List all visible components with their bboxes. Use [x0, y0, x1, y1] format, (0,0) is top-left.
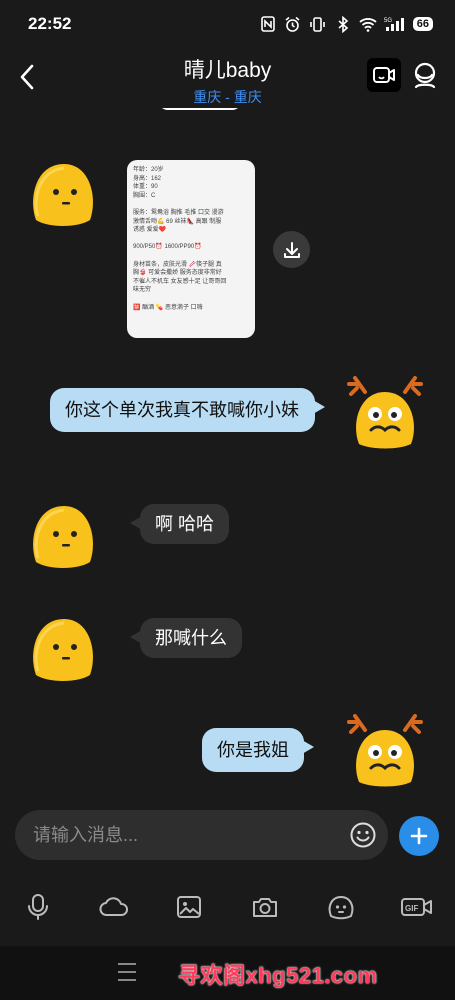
menu-icon[interactable] — [118, 963, 136, 981]
video-call-button[interactable] — [367, 58, 401, 92]
cloud-icon — [99, 897, 128, 916]
more-actions-button[interactable] — [399, 816, 439, 856]
input-toolbar: GIF — [0, 880, 455, 936]
image-text-line — [133, 200, 249, 209]
image-text-line: 激情舌吻💪 69 丝袜👠 高跟 制服 — [133, 218, 222, 225]
contact-avatar[interactable] — [28, 500, 98, 570]
image-text-line: 服务：鸳鸯浴 胸推 毛推 口交 漫游 — [133, 209, 224, 216]
gif-label: GIF — [405, 904, 418, 913]
message-bubble-outgoing[interactable]: 你这个单次我真不敢喊你小妹 — [50, 388, 325, 432]
gif-icon: GIF — [401, 898, 432, 916]
network-type: 5G — [384, 18, 392, 24]
chat-title: 晴儿baby — [183, 59, 272, 82]
nfc-icon — [259, 15, 277, 33]
back-arrow-icon — [20, 64, 34, 90]
cloud-button[interactable] — [98, 892, 130, 922]
gallery-button[interactable] — [174, 892, 204, 922]
profile-icon — [414, 62, 436, 89]
image-text-line — [133, 252, 249, 261]
vibrate-icon — [309, 15, 327, 33]
composer — [0, 808, 455, 866]
title-block: 晴儿baby 重庆 - 重庆 — [100, 54, 355, 107]
wifi-icon — [359, 15, 377, 33]
status-bar: 22:52 5G 66 — [0, 0, 455, 48]
sticker-icon — [328, 895, 354, 920]
message-bubble-incoming[interactable]: 啊 哈哈 — [129, 504, 230, 544]
watermark: 寻欢阁xhg521.com — [178, 963, 378, 988]
image-message[interactable]: 年龄：20岁 身高：162 体重：90 胸围：C 服务：鸳鸯浴 胸推 毛推 口交 漫游… — [127, 160, 255, 338]
emoji-button[interactable] — [348, 820, 378, 850]
profile-button[interactable] — [410, 60, 440, 90]
smiley-icon — [350, 822, 376, 848]
image-text-line: 不催人不机车 女友感十足 让哥哥回 — [133, 278, 227, 285]
user-avatar[interactable] — [345, 370, 425, 450]
microphone-icon — [28, 894, 48, 920]
sticker-button[interactable] — [326, 892, 356, 922]
gif-button[interactable]: GIF — [400, 892, 434, 922]
image-text-line: 900/P50⏰ 1600/PP90⏰ — [133, 244, 202, 251]
contact-avatar[interactable] — [28, 613, 98, 683]
alarm-icon — [284, 15, 302, 33]
download-icon — [283, 241, 300, 258]
user-avatar[interactable] — [345, 708, 425, 788]
image-text-line: 🈲 酗酒 💊 恶意滴子 口嗨 — [133, 304, 203, 311]
battery-indicator: 66 — [412, 17, 433, 31]
status-icons: 5G 66 — [259, 15, 433, 33]
image-text-line — [133, 295, 249, 304]
image-icon — [177, 896, 201, 918]
image-text-line — [133, 235, 249, 244]
download-button[interactable] — [273, 231, 310, 268]
system-navigation-bar: 寻欢阁xhg521.com — [0, 946, 455, 1000]
camera-icon — [253, 898, 277, 917]
previous-message-edge — [158, 108, 242, 110]
bluetooth-icon — [334, 15, 352, 33]
chat-location[interactable]: 重庆 - 重庆 — [100, 87, 355, 107]
message-input[interactable] — [15, 810, 388, 860]
plus-icon — [410, 827, 428, 845]
image-text-line: 年龄：20岁 — [133, 167, 164, 173]
status-time: 22:52 — [28, 14, 72, 33]
image-text-line: 身材苗条，皮肤光滑 🥢筷子腿 真 — [133, 261, 222, 268]
image-text-line: 胸围：C — [133, 192, 156, 199]
message-bubble-incoming[interactable]: 那喊什么 — [130, 618, 242, 658]
camera-button[interactable] — [250, 892, 280, 922]
chat-messages[interactable]: 年龄：20岁 身高：162 体重：90 胸围：C 服务：鸳鸯浴 胸推 毛推 口交 漫游… — [0, 108, 455, 808]
image-text-line: 诱惑 爱爱❤️ — [133, 227, 167, 234]
image-text-line: 体重：90 — [133, 184, 158, 191]
chat-header: 晴儿baby 重庆 - 重庆 — [0, 48, 455, 108]
voice-button[interactable] — [23, 892, 53, 922]
signal-icon: 5G — [384, 15, 406, 33]
video-camera-icon — [373, 67, 395, 83]
image-text-line: 味无穷 — [133, 287, 152, 294]
back-button[interactable] — [12, 60, 42, 94]
contact-avatar[interactable] — [28, 158, 98, 228]
image-text-line: 身高：162 — [133, 175, 162, 182]
message-bubble-outgoing[interactable]: 你是我姐 — [202, 728, 314, 772]
image-text-line: 胸👙 可爱会撒娇 服务态度非常好 — [133, 270, 222, 277]
